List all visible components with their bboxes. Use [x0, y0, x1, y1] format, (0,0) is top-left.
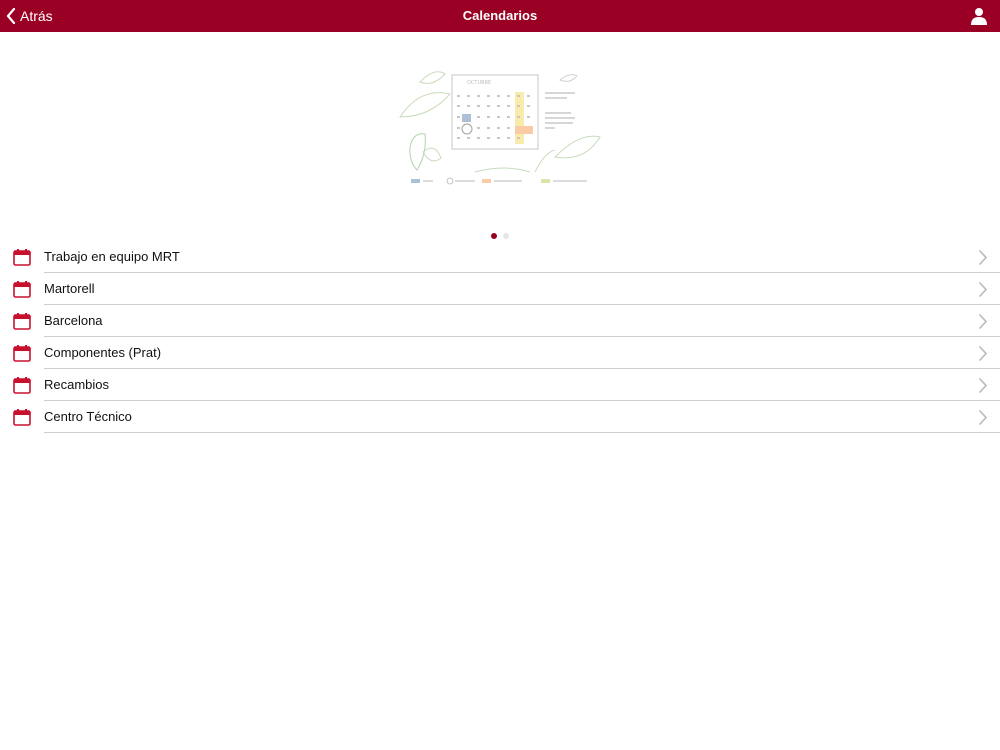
- calendar-icon: [13, 345, 31, 362]
- calendar-icon: [13, 409, 31, 426]
- calendar-icon: [13, 313, 31, 330]
- page-title: Calendarios: [462, 8, 538, 23]
- list-item-label: Martorell: [44, 281, 95, 296]
- list-item-label: Recambios: [44, 377, 110, 392]
- list-item[interactable]: Martorell: [0, 273, 1000, 305]
- chevron-right-icon: [979, 346, 987, 361]
- user-icon[interactable]: [970, 7, 988, 25]
- list-item[interactable]: Barcelona: [0, 305, 1000, 337]
- row-separator: [44, 432, 1000, 433]
- navigation-bar: Atrás Calendarios: [0, 0, 1000, 32]
- page-dot-2[interactable]: [503, 233, 509, 239]
- chevron-left-icon: [6, 8, 16, 24]
- list-item-label: Trabajo en equipo MRT: [44, 249, 180, 264]
- list-item[interactable]: Trabajo en equipo MRT: [0, 241, 1000, 273]
- app-root: Atrás Calendarios OCTUBRE Trabajo en equ…: [0, 0, 1000, 750]
- list-item-label: Barcelona: [44, 313, 103, 328]
- svg-text:OCTUBRE: OCTUBRE: [467, 80, 491, 86]
- calendar-list: Trabajo en equipo MRT Martorell Barcelon…: [0, 241, 1000, 433]
- carousel-page-indicator[interactable]: [0, 233, 1000, 241]
- list-item[interactable]: Recambios: [0, 369, 1000, 401]
- list-item-label: Componentes (Prat): [44, 345, 162, 360]
- back-button[interactable]: Atrás: [6, 0, 53, 32]
- chevron-right-icon: [979, 410, 987, 425]
- calendar-illustration: OCTUBRE: [399, 71, 601, 185]
- list-item[interactable]: Centro Técnico: [0, 401, 1000, 433]
- calendar-icon: [13, 377, 31, 394]
- list-item-label: Centro Técnico: [44, 409, 132, 424]
- page-dot-1[interactable]: [491, 233, 497, 239]
- back-label: Atrás: [20, 8, 53, 24]
- chevron-right-icon: [979, 250, 987, 265]
- chevron-right-icon: [979, 282, 987, 297]
- list-item[interactable]: Componentes (Prat): [0, 337, 1000, 369]
- calendar-icon: [13, 249, 31, 266]
- calendar-icon: [13, 281, 31, 298]
- chevron-right-icon: [979, 378, 987, 393]
- chevron-right-icon: [979, 314, 987, 329]
